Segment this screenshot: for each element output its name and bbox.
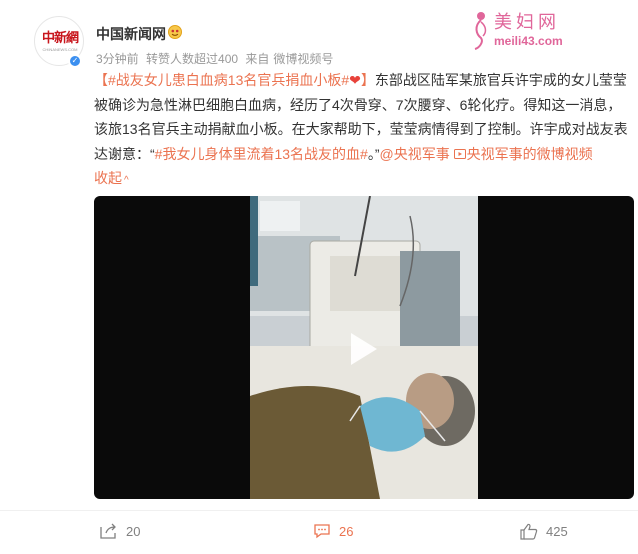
collapse-link[interactable]: 收起 — [94, 170, 122, 186]
post-reads: 转赞人数超过400 — [146, 52, 239, 66]
comment-button[interactable]: 26 — [313, 521, 353, 541]
watermark-title: 美妇网 — [494, 12, 560, 33]
share-count: 20 — [126, 523, 141, 539]
author-name[interactable]: 中国新闻网 — [96, 24, 166, 44]
avatar-logo-subtext: CHINANEWS.COM — [42, 47, 78, 52]
video-link-icon — [453, 148, 466, 159]
post-time[interactable]: 3分钟前 — [96, 52, 139, 66]
post-body-2: 。” — [367, 145, 380, 162]
action-bar: 20 26 425 — [0, 510, 638, 554]
weibo-post-card: 中新網 CHINANEWS.COM ✓ 中国新闻网 3分钟前 转赞人数超过400… — [0, 0, 638, 554]
play-icon[interactable] — [343, 329, 383, 369]
like-button[interactable]: 425 — [520, 521, 568, 541]
comment-count: 26 — [339, 523, 354, 539]
comment-icon — [314, 524, 330, 539]
collapse-icon: ^ — [124, 175, 129, 186]
quote-hashtag-link[interactable]: #我女儿身体里流着13名战友的血# — [155, 146, 368, 162]
verified-icon: ✓ — [68, 54, 82, 68]
site-watermark: 美妇网 meili43.com — [468, 8, 628, 52]
source-prefix: 来自 — [245, 52, 270, 66]
avatar-logo-text: 中新網 — [41, 31, 79, 46]
mention-link[interactable]: @央视军事 — [380, 146, 450, 162]
share-button[interactable]: 20 — [100, 521, 140, 541]
post-source[interactable]: 微博视频号 — [273, 52, 333, 66]
video-player[interactable] — [94, 196, 634, 499]
badge-icon — [168, 25, 182, 39]
post-meta: 3分钟前 转赞人数超过400 来自 微博视频号 — [96, 50, 337, 67]
hashtag-bracket-close: 】 — [360, 72, 375, 88]
hashtag-bracket-open: 【 — [94, 72, 108, 88]
share-icon — [100, 523, 116, 539]
video-link-label: 央视军事的微博视频 — [466, 145, 593, 162]
video-link[interactable]: 央视军事的微博视频 — [453, 145, 593, 162]
like-count: 425 — [546, 523, 568, 539]
post-text: 【#战友女儿患白血病13名官兵捐血小板#❤】东部战区陆军某旅官兵许宇成的女儿莹莹… — [94, 68, 634, 194]
watermark-figure-icon — [474, 12, 487, 50]
watermark-url: meili43.com — [494, 34, 563, 48]
hashtag-link[interactable]: #战友女儿患白血病13名官兵捐血小板# — [108, 72, 349, 88]
heart-icon: ❤ — [349, 72, 361, 88]
like-icon — [520, 523, 538, 540]
